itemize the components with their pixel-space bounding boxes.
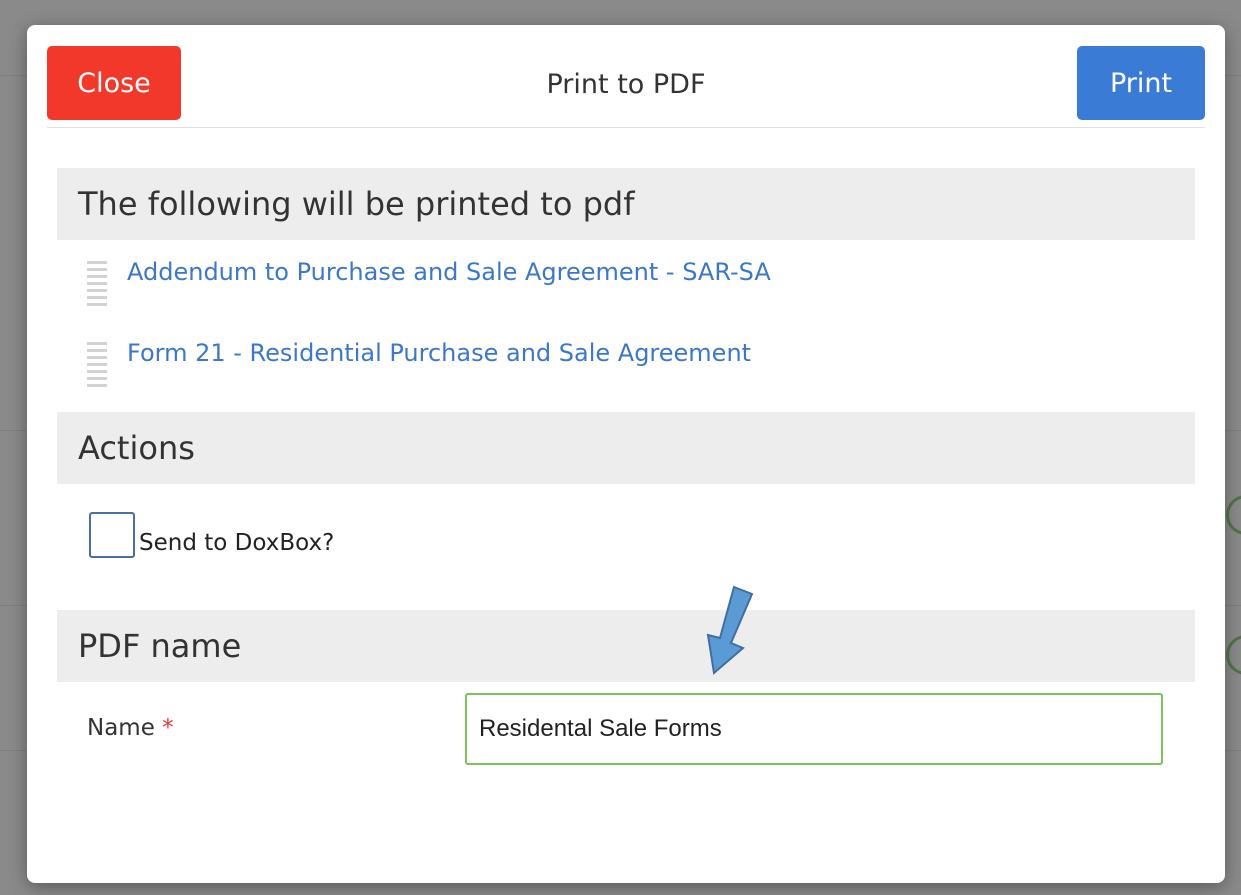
actions-section-heading: Actions <box>57 412 1195 484</box>
pdf-name-input[interactable] <box>465 693 1163 765</box>
drag-handle-icon[interactable] <box>87 342 107 391</box>
documents-section-heading: The following will be printed to pdf <box>57 168 1195 240</box>
dialog-header: Close Print to PDF Print <box>47 25 1205 128</box>
drag-handle-icon[interactable] <box>87 261 107 310</box>
background-status-icon <box>1226 495 1241 535</box>
send-to-doxbox-checkbox[interactable] <box>89 512 135 558</box>
send-to-doxbox-option: Send to DoxBox? <box>89 512 334 558</box>
send-to-doxbox-label[interactable]: Send to DoxBox? <box>139 530 334 556</box>
dialog-title: Print to PDF <box>546 69 706 100</box>
print-button[interactable]: Print <box>1077 46 1205 120</box>
print-to-pdf-dialog: Close Print to PDF Print The following w… <box>27 25 1225 883</box>
document-list-item[interactable]: Addendum to Purchase and Sale Agreement … <box>87 255 771 315</box>
background-status-icon <box>1226 635 1241 675</box>
document-link[interactable]: Form 21 - Residential Purchase and Sale … <box>127 336 751 370</box>
name-label-text: Name <box>87 715 155 741</box>
required-marker: * <box>162 715 174 741</box>
down-arrow-icon <box>706 585 754 675</box>
pdf-name-section-heading: PDF name <box>57 610 1195 682</box>
document-list-item[interactable]: Form 21 - Residential Purchase and Sale … <box>87 336 751 396</box>
down-arrow-annotation <box>706 585 754 675</box>
document-link[interactable]: Addendum to Purchase and Sale Agreement … <box>127 255 771 289</box>
name-field-label: Name * <box>87 715 174 741</box>
